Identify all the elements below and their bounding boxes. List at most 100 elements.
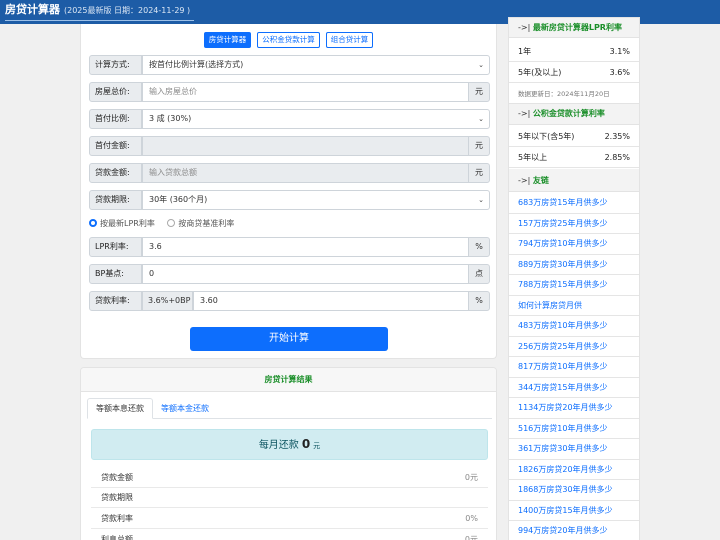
sidebar-link[interactable]: 1868万房贷30年月供多少 (509, 480, 639, 501)
result-row-value: 0元 (464, 473, 478, 482)
sidebar: ->| 最新房贷计算器LPR利率 1年 3.1% 5年(及以上) 3.6% 数据更新… (508, 17, 640, 540)
section-prefix: ->| (518, 23, 531, 32)
result-row: 贷款利率 0% (91, 509, 488, 529)
loan-term-select[interactable]: 30年 (360个月) ⌄ (142, 190, 490, 210)
method-select-value: 按首付比例计算(选择方式) (149, 60, 244, 69)
rate-type-radio-group: 按最新LPR利率 按商贷基准利率 (89, 218, 244, 230)
result-row-label: 利息总额 (101, 535, 133, 540)
result-row: 贷款期限 (91, 488, 488, 508)
chevron-down-icon: ⌄ (478, 61, 484, 69)
loan-rate-input[interactable]: 3.60 (193, 291, 469, 311)
repayment-tabs: 等额本息还款 等额本金还款 (87, 398, 492, 419)
lpr-section-header: ->| 最新房贷计算器LPR利率 (509, 18, 639, 38)
radio-checked-icon[interactable] (89, 219, 97, 227)
monthly-payment-banner: 每月还款 0 元 (91, 429, 488, 460)
loan-amount-label: 贷款金额: (89, 163, 142, 183)
tab-mortgage-calculator[interactable]: 房贷计算器 (203, 32, 252, 48)
lpr-rate-row: 1年 3.1% (509, 41, 639, 62)
sidebar-link[interactable]: 256万房贷25年月供多少 (509, 337, 639, 357)
radio-base-label: 按商贷基准利率 (178, 219, 235, 228)
rate-term: 5年以上 (518, 153, 548, 162)
method-select[interactable]: 按首付比例计算(选择方式) ⌄ (142, 55, 490, 75)
tab-combined-loan-calculator[interactable]: 组合贷计算 (325, 32, 374, 48)
section-prefix: ->| (518, 176, 531, 185)
monthly-payment-unit: 元 (313, 442, 321, 450)
down-payment-row: 首付金额: 元 (89, 136, 490, 156)
rate-value: 3.6% (609, 68, 630, 77)
sidebar-link[interactable]: 361万房贷30年月供多少 (509, 439, 639, 460)
result-row-label: 贷款金额 (101, 473, 133, 482)
lpr-section-title: 最新房贷计算器LPR利率 (532, 23, 622, 32)
result-row-label: 贷款利率 (101, 514, 133, 523)
site-subtitle: (2025最新版 日期：2024-11-29 ) (64, 6, 191, 15)
chevron-down-icon: ⌄ (478, 115, 484, 123)
fund-section-title: 公积金贷款计算利率 (532, 109, 605, 118)
radio-base-rate-option[interactable]: 按商贷基准利率 (167, 219, 234, 228)
bp-row: BP基点: 0 点 (89, 264, 490, 284)
tab-equal-principal[interactable]: 等额本金还款 (153, 399, 217, 420)
price-row: 房屋总价: 输入房屋总价 元 (89, 82, 490, 102)
down-payment-field (142, 136, 469, 156)
ratio-row: 首付比例: 3 成 (30%) ⌄ (89, 109, 490, 129)
sidebar-link[interactable]: 157万房贷25年月供多少 (509, 214, 639, 234)
rate-value: 2.85% (604, 153, 630, 162)
lpr-row: LPR利率: 3.6 % (89, 237, 490, 257)
price-unit: 元 (468, 82, 490, 102)
lpr-label: LPR利率: (89, 237, 142, 257)
radio-lpr-option[interactable]: 按最新LPR利率 (89, 219, 155, 228)
sidebar-link[interactable]: 1826万房贷20年月供多少 (509, 460, 639, 480)
house-price-input[interactable]: 输入房屋总价 (142, 82, 469, 102)
rate-formula: 3.6%+0BP (142, 291, 193, 311)
bp-points-input[interactable]: 0 (142, 264, 469, 284)
links-section-header: ->| 友链 (509, 169, 639, 192)
rate-value: 2.35% (604, 132, 630, 141)
rate-term: 5年(及以上) (518, 68, 562, 77)
calculator-card: 房贷计算器 公积金贷款计算 组合贷计算 计算方式: 按首付比例计算(选择方式) … (80, 24, 497, 359)
tab-equal-installment[interactable]: 等额本息还款 (87, 398, 153, 419)
down-payment-ratio-select[interactable]: 3 成 (30%) ⌄ (142, 109, 490, 129)
down-payment-label: 首付金额: (89, 136, 142, 156)
ratio-select-value: 3 成 (30%) (149, 114, 192, 123)
result-row-label: 贷款期限 (101, 493, 133, 502)
rate-label: 贷款利率: (89, 291, 142, 311)
radio-unchecked-icon[interactable] (167, 219, 176, 227)
sidebar-link[interactable]: 683万房贷15年月供多少 (509, 193, 639, 214)
ratio-label: 首付比例: (89, 109, 142, 129)
tab-provident-fund-calculator[interactable]: 公积金贷款计算 (257, 32, 320, 48)
sidebar-link[interactable]: 516万房贷10年月供多少 (509, 419, 639, 439)
lpr-update-date: 数据更新日：2024年11月20日 (518, 90, 610, 98)
rate-term: 1年 (518, 47, 532, 56)
radio-lpr-label: 按最新LPR利率 (100, 219, 155, 228)
sidebar-link[interactable]: 817万房贷10年月供多少 (509, 357, 639, 378)
loan-amount-input[interactable]: 输入贷款总额 (142, 163, 469, 183)
start-calculation-button[interactable]: 开始计算 (190, 327, 388, 351)
brand-link[interactable]: 房贷计算器 (2025最新版 日期：2024-11-29 ) (5, 2, 195, 21)
method-label: 计算方式: (89, 55, 142, 75)
loan-amount-row: 贷款金额: 输入贷款总额 元 (89, 163, 490, 183)
calculator-type-tabs: 房贷计算器 公积金贷款计算 组合贷计算 (81, 32, 496, 48)
chevron-down-icon: ⌄ (478, 196, 484, 204)
sidebar-link[interactable]: 344万房贷15年月供多少 (509, 378, 639, 398)
rate-term: 5年以下(含5年) (518, 132, 575, 141)
loan-amount-unit: 元 (468, 163, 490, 183)
sidebar-link[interactable]: 483万房贷10年月供多少 (509, 316, 639, 337)
rate-unit: % (468, 291, 490, 311)
term-row: 贷款期限: 30年 (360个月) ⌄ (89, 190, 490, 210)
price-label: 房屋总价: (89, 82, 142, 102)
monthly-payment-value: 0 (301, 437, 311, 451)
lpr-rate-input[interactable]: 3.6 (142, 237, 469, 257)
fund-rate-row: 5年以下(含5年) 2.35% (509, 126, 639, 147)
rate-row: 贷款利率: 3.6%+0BP 3.60 % (89, 291, 490, 311)
fund-section-header: ->| 公积金贷款计算利率 (509, 103, 639, 125)
sidebar-link[interactable]: 889万房贷30年月供多少 (509, 255, 639, 275)
result-row: 利息总额 0元 (91, 530, 488, 540)
sidebar-link[interactable]: 794万房贷10年月供多少 (509, 234, 639, 255)
sidebar-link[interactable]: 1400万房贷15年月供多少 (509, 501, 639, 521)
site-title: 房贷计算器 (5, 3, 60, 16)
sidebar-link[interactable]: 如何计算房贷月供 (509, 296, 639, 316)
sidebar-link[interactable]: 1134万房贷20年月供多少 (509, 398, 639, 419)
lpr-rate-row: 5年(及以上) 3.6% (509, 62, 639, 83)
sidebar-link[interactable]: 994万房贷20年月供多少 (509, 521, 639, 540)
result-row-value: 0% (465, 514, 478, 523)
sidebar-link[interactable]: 788万房贷15年月供多少 (509, 275, 639, 296)
